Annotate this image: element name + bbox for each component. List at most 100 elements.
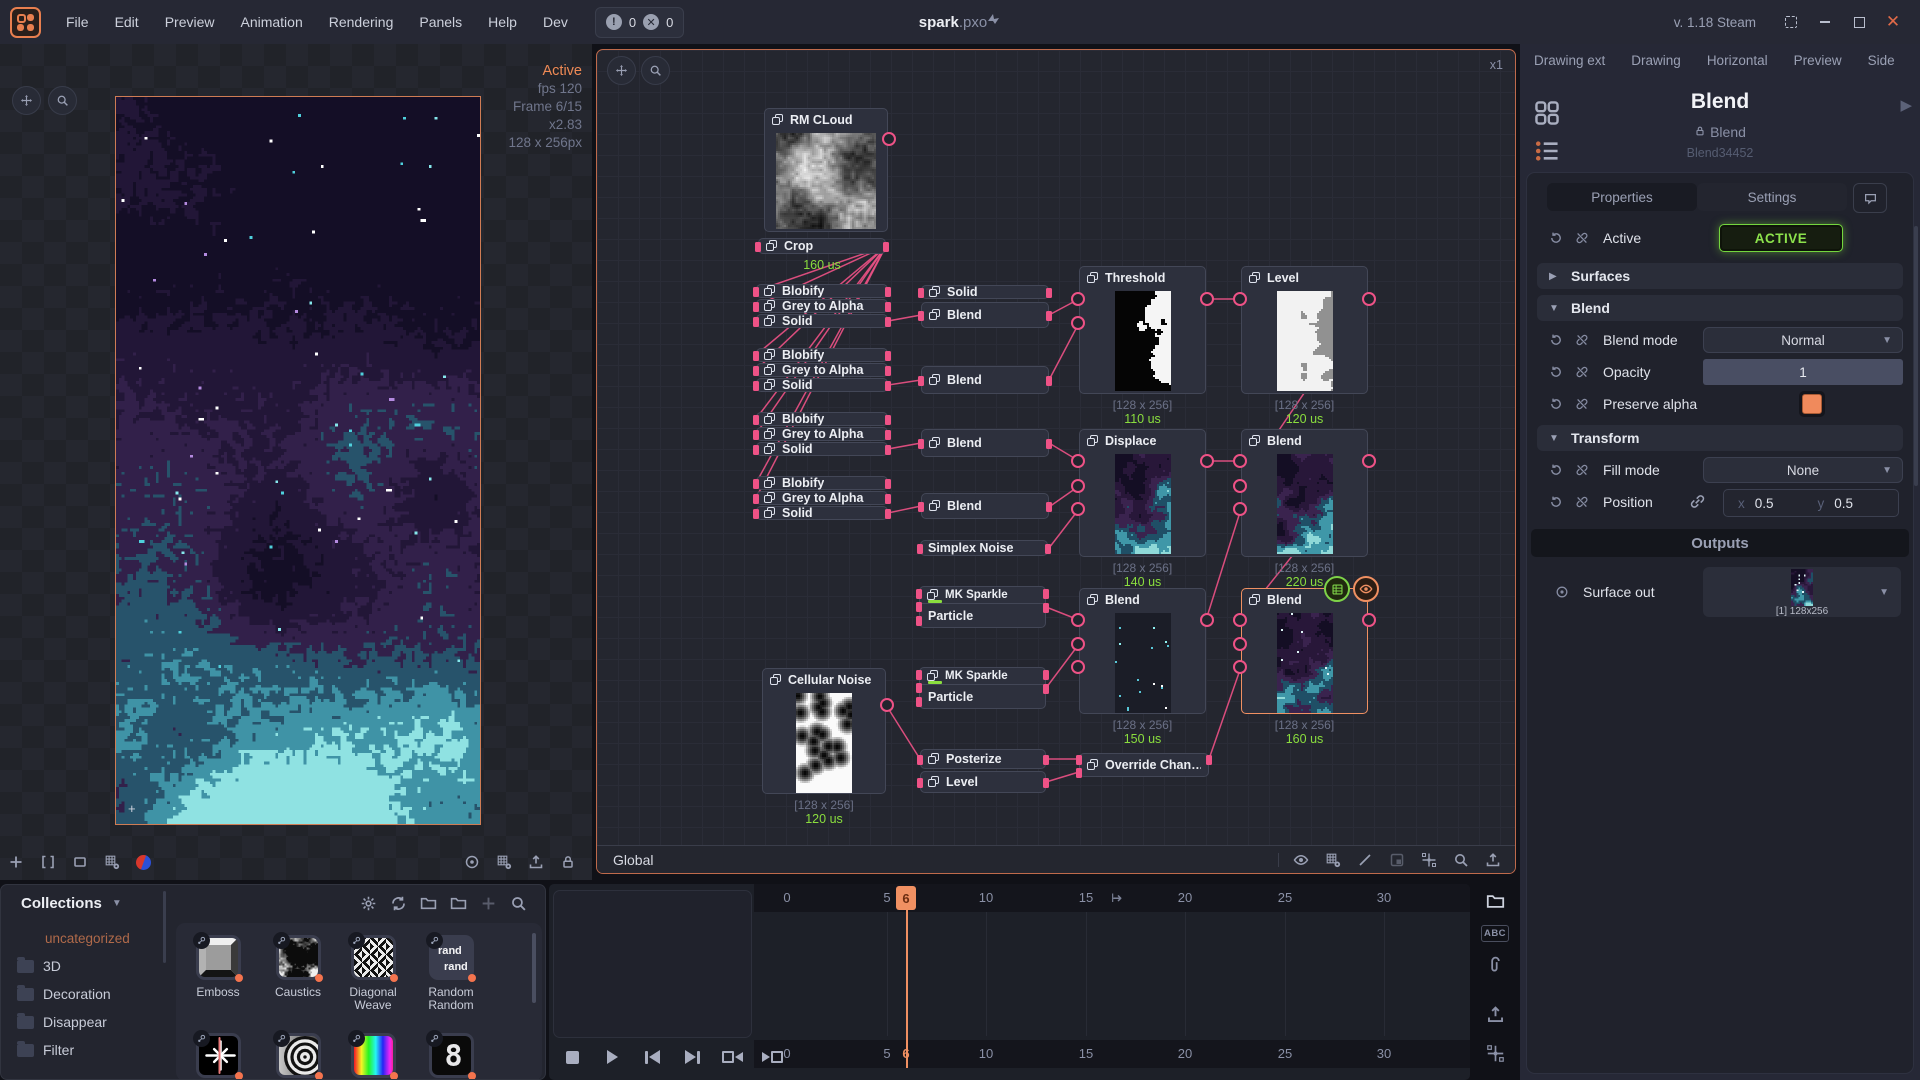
output-port[interactable] xyxy=(885,494,891,504)
input-port[interactable] xyxy=(916,697,922,707)
collection-folder-3d[interactable]: 3D xyxy=(17,952,173,980)
reset-icon[interactable] xyxy=(1549,231,1563,245)
node-grey-to-alpha[interactable]: Grey to Alpha xyxy=(756,427,888,441)
input-port[interactable] xyxy=(1071,479,1085,493)
collection-item-caustics[interactable] xyxy=(276,935,321,980)
transform-gizmo-icon[interactable] xyxy=(1421,852,1437,868)
section-transform[interactable]: ▼Transform xyxy=(1537,425,1903,451)
unlink-icon[interactable] xyxy=(1575,333,1589,347)
chevron-down-icon[interactable]: ▼ xyxy=(112,898,122,909)
color-mode-icon[interactable] xyxy=(136,855,151,870)
export-icon[interactable] xyxy=(528,854,544,870)
tab-settings[interactable]: Settings xyxy=(1697,183,1847,211)
unlink-icon[interactable] xyxy=(1575,463,1589,477)
stop-button[interactable] xyxy=(557,1042,587,1072)
minimize-button[interactable] xyxy=(1812,9,1838,35)
reset-icon[interactable] xyxy=(1549,365,1563,379)
node-level[interactable]: Level xyxy=(920,771,1046,793)
node-cellular-noise[interactable]: Cellular Noise[128 x 256]120 us xyxy=(762,668,886,794)
input-port[interactable] xyxy=(1233,454,1247,468)
node-grey-to-alpha[interactable]: Grey to Alpha xyxy=(756,299,888,313)
input-port[interactable] xyxy=(1071,502,1085,516)
zoom-tool-button[interactable] xyxy=(48,86,77,115)
menu-preview[interactable]: Preview xyxy=(152,0,228,44)
input-port[interactable] xyxy=(1071,613,1085,627)
node-threshold[interactable]: Threshold[128 x 256]110 us xyxy=(1079,266,1206,394)
pixel-grid-icon[interactable] xyxy=(496,854,512,870)
text-tool-icon[interactable]: ABC xyxy=(1481,925,1509,942)
table-view-badge[interactable] xyxy=(1324,576,1350,602)
input-port[interactable] xyxy=(1071,454,1085,468)
node-blobify[interactable]: Blobify xyxy=(756,476,888,490)
output-port[interactable] xyxy=(1046,288,1052,298)
input-port[interactable] xyxy=(917,544,923,554)
input-port[interactable] xyxy=(753,287,759,297)
output-port[interactable] xyxy=(885,415,891,425)
line-tool-icon[interactable] xyxy=(1357,852,1373,868)
menu-rendering[interactable]: Rendering xyxy=(316,0,407,44)
output-port[interactable] xyxy=(1200,454,1214,468)
output-port[interactable] xyxy=(885,317,891,327)
target-icon[interactable] xyxy=(464,854,480,870)
current-frame-marker[interactable]: 6 xyxy=(896,886,916,910)
timeline-tracks[interactable] xyxy=(754,912,1470,1036)
input-port[interactable] xyxy=(1233,502,1247,516)
tab-properties[interactable]: Properties xyxy=(1547,183,1697,211)
output-port[interactable] xyxy=(1200,613,1214,627)
workspace-tab-drawing-ext[interactable]: Drawing ext xyxy=(1534,53,1605,68)
input-port[interactable] xyxy=(1071,316,1085,330)
output-port[interactable] xyxy=(885,302,891,312)
input-port[interactable] xyxy=(1076,768,1082,778)
search-icon[interactable] xyxy=(510,895,527,912)
timeline-ruler-bottom[interactable]: 0510152025306 xyxy=(754,1040,1470,1068)
close-button[interactable]: ✕ xyxy=(1880,9,1906,35)
next-keyframe-button[interactable] xyxy=(757,1042,787,1072)
output-port[interactable] xyxy=(1362,613,1376,627)
node-solid[interactable]: Solid xyxy=(756,506,888,520)
app-logo-icon[interactable] xyxy=(10,7,41,38)
collection-item-random-random[interactable] xyxy=(429,935,474,980)
input-port[interactable] xyxy=(917,778,923,788)
output-port[interactable] xyxy=(1043,778,1049,788)
output-port[interactable] xyxy=(1362,292,1376,306)
loop-end-marker[interactable]: I➜ xyxy=(1111,891,1120,905)
workspace-tab-preview[interactable]: Preview xyxy=(1794,53,1842,68)
paperclip-icon[interactable] xyxy=(1486,956,1505,975)
folder-icon[interactable] xyxy=(1486,892,1505,911)
collections-title[interactable]: Collections xyxy=(21,895,102,912)
grid-scrollbar[interactable] xyxy=(532,933,536,1003)
transform-gizmo-icon[interactable] xyxy=(1486,1044,1505,1063)
output-port[interactable] xyxy=(1200,292,1214,306)
output-port[interactable] xyxy=(1362,454,1376,468)
lock-icon[interactable] xyxy=(560,854,576,870)
collection-item-emboss[interactable] xyxy=(196,935,241,980)
node-mk-sparkle[interactable]: MK SparkleParticle xyxy=(919,667,1046,709)
output-port[interactable] xyxy=(885,287,891,297)
input-port[interactable] xyxy=(918,502,924,512)
gear-icon[interactable] xyxy=(360,895,377,912)
node-crop[interactable]: Crop160 us xyxy=(758,238,886,254)
reset-icon[interactable] xyxy=(1549,397,1563,411)
input-port[interactable] xyxy=(916,670,922,680)
reset-icon[interactable] xyxy=(1549,463,1563,477)
workspace-tab-side[interactable]: Side xyxy=(1868,53,1895,68)
add-icon[interactable] xyxy=(8,854,24,870)
output-port[interactable] xyxy=(885,479,891,489)
unlink-icon[interactable] xyxy=(1575,365,1589,379)
node-solid[interactable]: Solid xyxy=(756,442,888,456)
blend-mode-dropdown[interactable]: Normal▼ xyxy=(1703,327,1903,353)
input-port[interactable] xyxy=(753,381,759,391)
node-posterize[interactable]: Posterize xyxy=(920,749,1046,769)
fullscreen-button[interactable] xyxy=(1778,9,1804,35)
collection-item-seg8[interactable] xyxy=(429,1033,474,1078)
node-blobify[interactable]: Blobify xyxy=(756,348,888,362)
input-port[interactable] xyxy=(918,288,924,298)
node-blend[interactable]: Blend xyxy=(921,429,1049,457)
preview-viewport[interactable]: Active fps 120 Frame 6/15 x2.83 128 x 25… xyxy=(0,44,592,880)
output-port[interactable] xyxy=(885,366,891,376)
surface-out-dropdown[interactable]: [1] 128x256 ▼ xyxy=(1703,567,1901,617)
input-port[interactable] xyxy=(1076,755,1082,765)
output-port[interactable] xyxy=(883,242,889,252)
menu-dev[interactable]: Dev xyxy=(530,0,581,44)
output-port[interactable] xyxy=(1046,439,1052,449)
